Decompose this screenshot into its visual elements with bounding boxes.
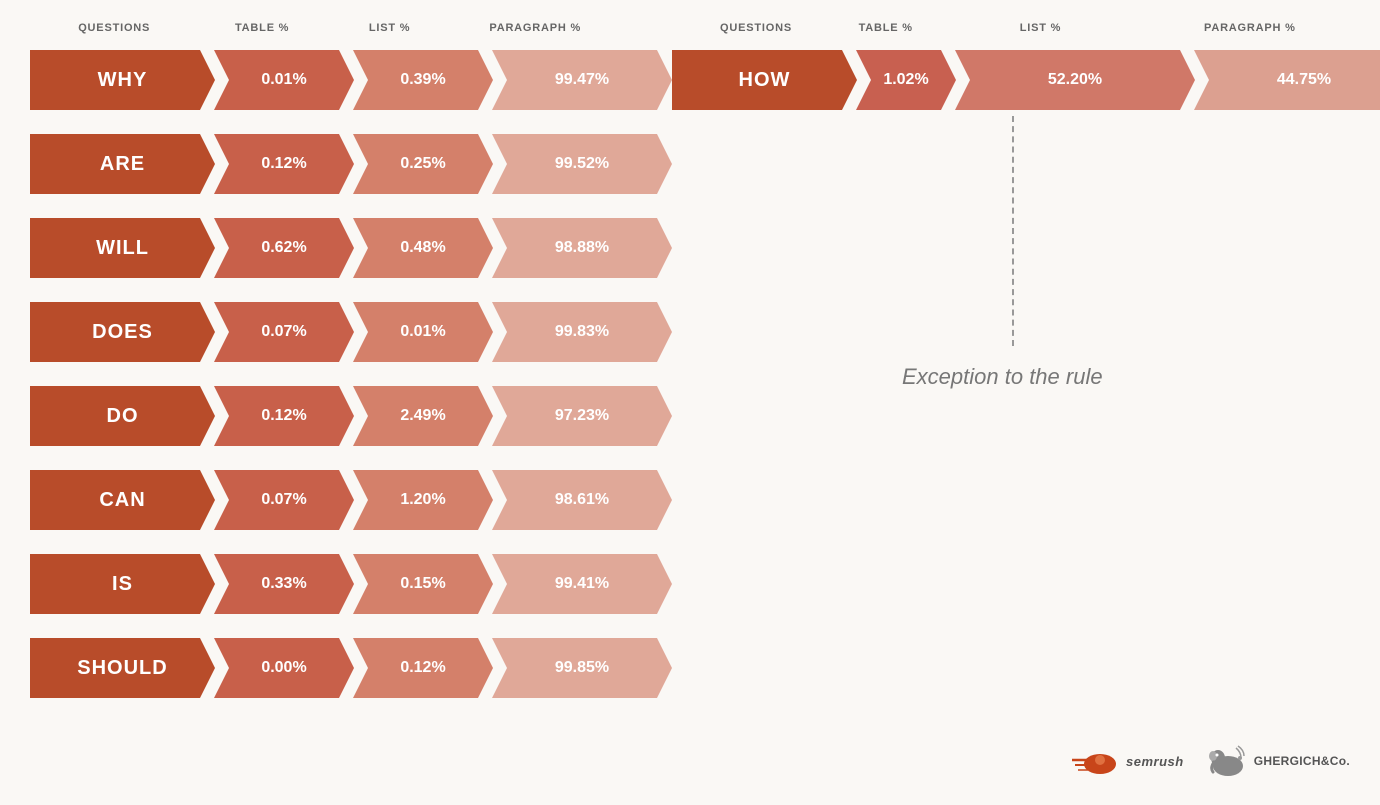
label-does: DOES [30, 302, 215, 362]
ghergich-icon [1208, 742, 1248, 780]
para-is: 99.41% [492, 554, 672, 614]
table-is: 0.33% [214, 554, 354, 614]
label-will: WILL [30, 218, 215, 278]
exception-text: Exception to the rule [902, 364, 1103, 390]
col-header-questions-2: QUESTIONS [672, 18, 840, 36]
table-should: 0.00% [214, 638, 354, 698]
col-header-list-1: LIST % [326, 18, 453, 36]
table-how: 1.02% [856, 50, 956, 110]
para-do: 97.23% [492, 386, 672, 446]
row-do: DO 0.12% 2.49% 97.23% [30, 380, 672, 452]
list-is: 0.15% [353, 554, 493, 614]
list-why: 0.39% [353, 50, 493, 110]
col-header-table-1: TABLE % [198, 18, 325, 36]
para-should: 99.85% [492, 638, 672, 698]
label-how: HOW [672, 50, 857, 110]
label-is: IS [30, 554, 215, 614]
col-header-para-1: PARAGRAPH % [453, 18, 617, 36]
label-why: WHY [30, 50, 215, 110]
row-will: WILL 0.62% 0.48% 98.88% [30, 212, 672, 284]
row-why: WHY 0.01% 0.39% 99.47% [30, 44, 672, 116]
table-why: 0.01% [214, 50, 354, 110]
logos: SEMrush GHERGICH&Co. [1070, 742, 1350, 780]
left-panel: WHY 0.01% 0.39% 99.47% ARE 0.12% 0.25% 9… [30, 44, 672, 716]
table-will: 0.62% [214, 218, 354, 278]
label-should: SHOULD [30, 638, 215, 698]
para-are: 99.52% [492, 134, 672, 194]
para-how: 44.75% [1194, 50, 1380, 110]
ghergich-text: GHERGICH&Co. [1254, 754, 1350, 768]
semrush-logo: SEMrush [1070, 746, 1184, 776]
list-how: 52.20% [955, 50, 1195, 110]
list-can: 1.20% [353, 470, 493, 530]
label-can: CAN [30, 470, 215, 530]
list-does: 0.01% [353, 302, 493, 362]
list-are: 0.25% [353, 134, 493, 194]
para-does: 99.83% [492, 302, 672, 362]
ghergich-logo: GHERGICH&Co. [1208, 742, 1350, 780]
list-do: 2.49% [353, 386, 493, 446]
right-panel: HOW 1.02% 52.20% 44.75% Exception to the… [672, 44, 1380, 716]
table-can: 0.07% [214, 470, 354, 530]
semrush-text: SEMrush [1126, 754, 1184, 769]
semrush-icon [1070, 746, 1120, 776]
para-can: 98.61% [492, 470, 672, 530]
row-how: HOW 1.02% 52.20% 44.75% [672, 44, 1380, 116]
row-are: ARE 0.12% 0.25% 99.52% [30, 128, 672, 200]
col-header-questions-1: QUESTIONS [30, 18, 198, 36]
table-are: 0.12% [214, 134, 354, 194]
label-are: ARE [30, 134, 215, 194]
list-will: 0.48% [353, 218, 493, 278]
row-does: DOES 0.07% 0.01% 99.83% [30, 296, 672, 368]
para-why: 99.47% [492, 50, 672, 110]
dashed-line [1012, 116, 1014, 346]
list-should: 0.12% [353, 638, 493, 698]
table-do: 0.12% [214, 386, 354, 446]
row-should: SHOULD 0.00% 0.12% 99.85% [30, 632, 672, 704]
row-can: CAN 0.07% 1.20% 98.61% [30, 464, 672, 536]
row-is: IS 0.33% 0.15% 99.41% [30, 548, 672, 620]
label-do: DO [30, 386, 215, 446]
table-does: 0.07% [214, 302, 354, 362]
para-will: 98.88% [492, 218, 672, 278]
col-header-table-2: TABLE % [840, 18, 931, 36]
col-header-para-2: PARAGRAPH % [1150, 18, 1350, 36]
col-header-list-2: LIST % [931, 18, 1149, 36]
